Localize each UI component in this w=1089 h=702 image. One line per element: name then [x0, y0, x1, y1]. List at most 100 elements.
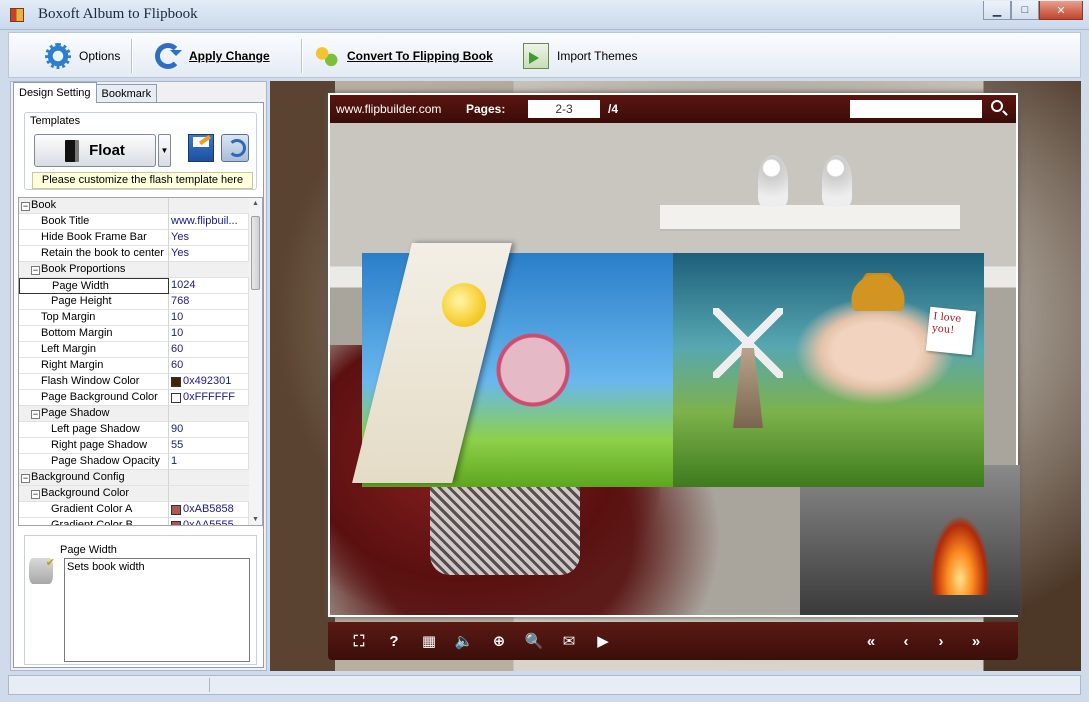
template-select-button[interactable]: Float [34, 134, 156, 167]
load-template-icon[interactable] [221, 134, 249, 162]
collapse-toggle-icon[interactable]: − [31, 266, 40, 275]
property-value[interactable]: 1 [169, 454, 249, 470]
property-value[interactable]: Yes [169, 246, 249, 262]
close-button[interactable]: ✕ [1039, 1, 1083, 20]
property-value[interactable]: 90 [169, 422, 249, 438]
sound-icon[interactable]: 🔈 [453, 630, 475, 652]
property-value[interactable]: 60 [169, 342, 249, 358]
property-scrollbar[interactable]: ▲ ▼ [248, 198, 262, 525]
property-value[interactable]: 768 [169, 294, 249, 310]
tab-bookmark[interactable]: Bookmark [95, 84, 158, 103]
property-value[interactable]: 0xAB5858 [169, 502, 249, 518]
import-themes-button[interactable]: Import Themes [523, 41, 637, 71]
property-value[interactable]: 60 [169, 358, 249, 374]
property-name-text: Retain the book to center [41, 247, 164, 259]
previous-page-icon[interactable]: ‹ [895, 630, 917, 652]
property-name-text: Page Width [52, 280, 109, 292]
property-row[interactable]: Retain the book to center Yes [19, 246, 249, 262]
property-value[interactable]: www.flipbuil... [169, 214, 249, 230]
convert-button[interactable]: Convert To Flipping Book [313, 41, 493, 71]
thumbnails-icon[interactable]: ▦ [418, 630, 440, 652]
property-row[interactable]: Page Width 1024 [19, 278, 249, 294]
property-group-row[interactable]: − Background Config [19, 470, 249, 486]
help-icon[interactable]: ? [383, 630, 405, 652]
first-page-icon[interactable]: « [860, 630, 882, 652]
property-row[interactable]: Book Title www.flipbuil... [19, 214, 249, 230]
search-input[interactable] [850, 100, 982, 118]
collapse-toggle-icon[interactable]: − [21, 474, 30, 483]
property-value[interactable]: Yes [169, 230, 249, 246]
color-swatch[interactable] [171, 392, 181, 403]
color-swatch[interactable] [171, 504, 181, 515]
email-icon[interactable]: ✉ [558, 630, 580, 652]
site-link[interactable]: www.flipbuilder.com [336, 102, 441, 116]
property-group-row[interactable]: − Background Color [19, 486, 249, 502]
open-book[interactable]: I love you! [352, 243, 984, 487]
collapse-toggle-icon[interactable]: − [31, 410, 40, 419]
property-row[interactable]: Hide Book Frame Bar Yes [19, 230, 249, 246]
search-icon[interactable]: 🔍 [523, 630, 545, 652]
property-value[interactable]: 55 [169, 438, 249, 454]
zoom-in-icon[interactable]: ⊕ [488, 630, 510, 652]
color-swatch[interactable] [171, 376, 181, 387]
background-vase [758, 155, 788, 207]
property-value[interactable]: 0x492301 [169, 374, 249, 390]
template-dropdown-arrow[interactable]: ▼ [158, 134, 171, 167]
maximize-button[interactable]: □ [1011, 1, 1039, 20]
cartoon-sun [442, 283, 486, 327]
book-page-right[interactable]: I love you! [673, 253, 984, 487]
minimize-button[interactable]: ▁ [983, 1, 1011, 20]
property-value[interactable]: 1024 [169, 278, 249, 294]
property-row[interactable]: Page Background Color 0xFFFFFF [19, 390, 249, 406]
property-name: Top Margin [19, 310, 169, 326]
property-row[interactable]: Right page Shadow 55 [19, 438, 249, 454]
property-row[interactable]: Right Margin 60 [19, 358, 249, 374]
property-row[interactable]: Left page Shadow 90 [19, 422, 249, 438]
scroll-down-arrow[interactable]: ▼ [252, 516, 259, 523]
fullscreen-icon[interactable]: ⛶ [348, 630, 370, 652]
pages-label: Pages: [466, 102, 506, 116]
property-row[interactable]: Gradient Color A 0xAB5858 [19, 502, 249, 518]
tab-design-setting[interactable]: Design Setting [13, 82, 97, 103]
property-value[interactable]: 0xFFFFFF [169, 390, 249, 406]
property-row[interactable]: Bottom Margin 10 [19, 326, 249, 342]
play-icon[interactable]: ▶ [592, 630, 614, 652]
property-row[interactable]: Flash Window Color 0x492301 [19, 374, 249, 390]
property-name: − Background Config [19, 470, 169, 486]
status-bar [8, 675, 1081, 695]
page-number-input[interactable] [528, 100, 600, 118]
property-name-text: Background Config [31, 471, 125, 483]
property-name-text: Gradient Color A [51, 503, 133, 515]
property-row[interactable]: Page Shadow Opacity 1 [19, 454, 249, 470]
next-page-icon[interactable]: › [930, 630, 952, 652]
scroll-up-arrow[interactable]: ▲ [252, 200, 259, 207]
options-button[interactable]: Options [45, 41, 120, 71]
settings-panel: Design Setting Bookmark Templates Float … [10, 81, 267, 671]
property-group-row[interactable]: − Book [19, 198, 249, 214]
book-page-left[interactable] [352, 243, 673, 487]
property-value[interactable]: 10 [169, 326, 249, 342]
property-value[interactable]: 0xAA5555 [169, 518, 249, 525]
search-icon[interactable] [991, 100, 1003, 112]
collapse-toggle-icon[interactable]: − [31, 490, 40, 499]
color-swatch[interactable] [171, 520, 181, 525]
apply-change-button[interactable]: Apply Change [155, 41, 270, 71]
property-value-text: 0x492301 [183, 375, 232, 387]
last-page-icon[interactable]: » [965, 630, 987, 652]
property-value[interactable]: 10 [169, 310, 249, 326]
page-curl[interactable] [352, 243, 512, 483]
save-template-icon[interactable] [188, 134, 214, 162]
property-name-text: Left page Shadow [51, 423, 140, 435]
property-name-text: Left Margin [41, 343, 97, 355]
property-row[interactable]: Left Margin 60 [19, 342, 249, 358]
property-group-row[interactable]: − Page Shadow [19, 406, 249, 422]
property-row[interactable]: Gradient Color B 0xAA5555 [19, 518, 249, 526]
property-name-text: Gradient Color B [51, 519, 133, 526]
property-name: Page Height [19, 294, 169, 310]
property-group-row[interactable]: − Book Proportions [19, 262, 249, 278]
collapse-toggle-icon[interactable]: − [21, 202, 30, 211]
property-name: Right page Shadow [19, 438, 169, 454]
property-row[interactable]: Top Margin 10 [19, 310, 249, 326]
property-row[interactable]: Page Height 768 [19, 294, 249, 310]
scroll-thumb[interactable] [251, 216, 260, 290]
